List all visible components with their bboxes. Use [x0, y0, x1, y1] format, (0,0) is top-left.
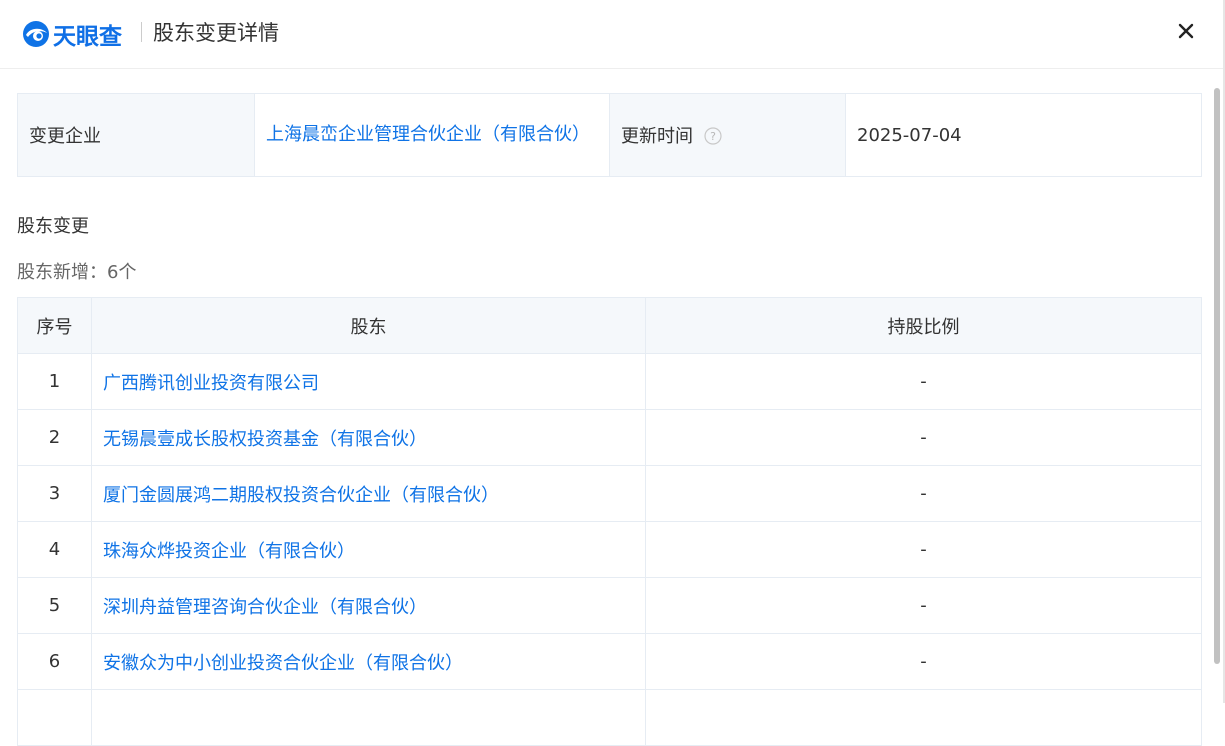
logo: 天眼查 — [22, 17, 122, 51]
shareholder-cell-empty — [91, 689, 646, 746]
update-time-value: 2025-07-04 — [845, 93, 1202, 177]
row-index: 5 — [17, 577, 92, 634]
row-index-empty — [17, 689, 92, 746]
ratio-value: - — [645, 577, 1202, 634]
change-info-table: 变更企业 上海晨峦企业管理合伙企业（有限合伙） 更新时间 ? 2025-07-0… — [17, 93, 1202, 177]
table-header-row: 序号 股东 持股比例 — [17, 297, 1202, 354]
help-icon[interactable]: ? — [704, 127, 722, 145]
update-time-label: 更新时间 — [621, 126, 693, 147]
shareholder-cell: 广西腾讯创业投资有限公司 — [91, 353, 646, 410]
company-label: 变更企业 — [17, 93, 255, 177]
shareholder-cell: 厦门金圆展鸿二期股权投资合伙企业（有限合伙） — [91, 465, 646, 522]
tianyancha-eye-icon — [23, 21, 49, 47]
shareholder-link[interactable]: 珠海众烨投资企业（有限合伙） — [103, 541, 355, 562]
update-time-label-cell: 更新时间 ? — [609, 93, 846, 177]
shareholder-cell: 深圳舟益管理咨询合伙企业（有限合伙） — [91, 577, 646, 634]
row-index: 4 — [17, 521, 92, 578]
shareholder-link[interactable]: 安徽众为中小创业投资合伙企业（有限合伙） — [103, 653, 463, 674]
ratio-value-empty — [645, 689, 1202, 746]
logo-text: 天眼查 — [53, 24, 122, 50]
svg-text:?: ? — [710, 130, 716, 143]
dialog-title: 股东变更详情 — [153, 21, 279, 45]
section-title: 股东变更 — [17, 216, 89, 237]
table-row: 1 广西腾讯创业投资有限公司 - — [17, 353, 1202, 410]
row-index: 6 — [17, 633, 92, 690]
company-link[interactable]: 上海晨峦企业管理合伙企业（有限合伙） — [266, 124, 590, 145]
section-subtitle: 股东新增：6个 — [17, 262, 137, 283]
shareholder-table: 序号 股东 持股比例 1 广西腾讯创业投资有限公司 - 2 无锡晨壹成长股权投资… — [17, 297, 1202, 746]
shareholder-cell: 安徽众为中小创业投资合伙企业（有限合伙） — [91, 633, 646, 690]
shareholder-link[interactable]: 深圳舟益管理咨询合伙企业（有限合伙） — [103, 597, 427, 618]
table-row-partial — [17, 689, 1202, 746]
row-index: 2 — [17, 409, 92, 466]
close-icon[interactable] — [1176, 21, 1196, 41]
dialog-header: 天眼查 股东变更详情 — [0, 0, 1225, 69]
ratio-value: - — [645, 353, 1202, 410]
company-value-cell: 上海晨峦企业管理合伙企业（有限合伙） — [254, 93, 610, 177]
ratio-value: - — [645, 465, 1202, 522]
header-divider — [141, 22, 142, 42]
header-shareholder: 股东 — [91, 297, 646, 354]
table-row: 4 珠海众烨投资企业（有限合伙） - — [17, 521, 1202, 578]
ratio-value: - — [645, 521, 1202, 578]
table-row: 6 安徽众为中小创业投资合伙企业（有限合伙） - — [17, 633, 1202, 690]
shareholder-cell: 无锡晨壹成长股权投资基金（有限合伙） — [91, 409, 646, 466]
table-row: 2 无锡晨壹成长股权投资基金（有限合伙） - — [17, 409, 1202, 466]
ratio-value: - — [645, 633, 1202, 690]
row-index: 1 — [17, 353, 92, 410]
shareholder-cell: 珠海众烨投资企业（有限合伙） — [91, 521, 646, 578]
scrollbar-thumb[interactable] — [1214, 88, 1220, 664]
table-row: 5 深圳舟益管理咨询合伙企业（有限合伙） - — [17, 577, 1202, 634]
shareholder-link[interactable]: 无锡晨壹成长股权投资基金（有限合伙） — [103, 429, 427, 450]
header-ratio: 持股比例 — [645, 297, 1202, 354]
ratio-value: - — [645, 409, 1202, 466]
header-index: 序号 — [17, 297, 92, 354]
table-row: 3 厦门金圆展鸿二期股权投资合伙企业（有限合伙） - — [17, 465, 1202, 522]
row-index: 3 — [17, 465, 92, 522]
shareholder-link[interactable]: 厦门金圆展鸿二期股权投资合伙企业（有限合伙） — [103, 485, 499, 506]
shareholder-link[interactable]: 广西腾讯创业投资有限公司 — [103, 373, 319, 394]
